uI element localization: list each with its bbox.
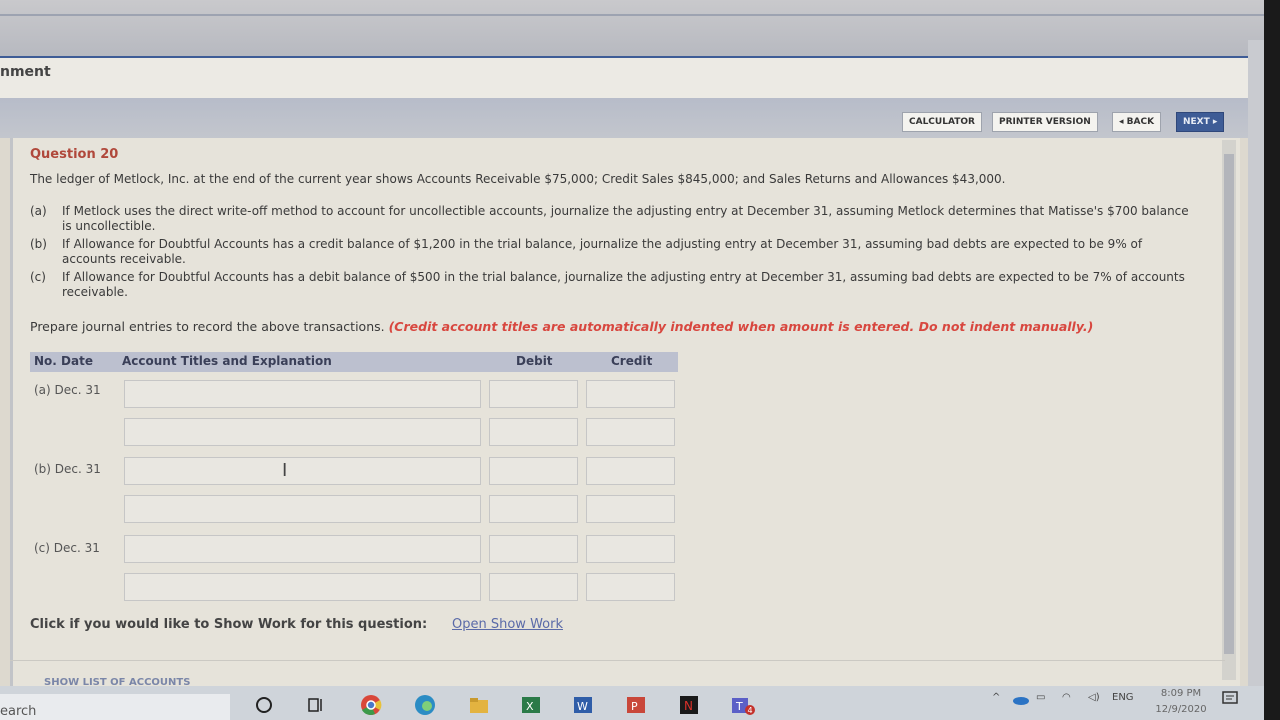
wifi-icon[interactable]: ◠: [1062, 692, 1071, 703]
account-title-input[interactable]: [124, 457, 481, 485]
svg-text:N: N: [684, 699, 693, 713]
journal-header: No. Date Account Titles and Explanation …: [30, 352, 678, 372]
svg-text:T: T: [735, 700, 743, 713]
debit-input[interactable]: [489, 457, 578, 485]
task-view-icon[interactable]: [305, 694, 327, 716]
question-toolbar: CALCULATOR PRINTER VERSION ◂ BACK NEXT ▸: [0, 98, 1250, 138]
entry-a-label: (a) Dec. 31: [34, 383, 101, 397]
instructions: Prepare journal entries to record the ab…: [30, 319, 1210, 334]
debit-input[interactable]: [489, 418, 578, 446]
part-label: (a): [30, 204, 47, 218]
chevron-up-icon[interactable]: ^: [992, 692, 1000, 703]
header-debit: Debit: [516, 354, 553, 368]
text-cursor-icon: I: [282, 460, 288, 481]
part-text: If Metlock uses the direct write-off met…: [62, 204, 1189, 233]
back-button[interactable]: ◂ BACK: [1112, 112, 1162, 132]
debit-input[interactable]: [489, 573, 578, 601]
taskbar-clock[interactable]: 8:09 PM 12/9/2020: [1150, 686, 1212, 718]
account-title-input[interactable]: [124, 418, 481, 446]
instruction-text: Prepare journal entries to record the ab…: [30, 319, 385, 334]
screen-bezel: [1264, 0, 1280, 720]
chrome-icon[interactable]: [360, 694, 382, 716]
onedrive-icon[interactable]: [1012, 694, 1030, 709]
battery-icon[interactable]: ▭: [1036, 692, 1045, 703]
debit-input[interactable]: [489, 535, 578, 563]
clock-time: 8:09 PM: [1160, 688, 1202, 699]
open-show-work-link[interactable]: Open Show Work: [452, 617, 563, 632]
edge-icon[interactable]: [414, 694, 436, 716]
excel-icon[interactable]: X: [520, 694, 542, 716]
question-text: The ledger of Metlock, Inc. at the end o…: [30, 172, 1006, 186]
debit-input[interactable]: [489, 495, 578, 523]
header-account: Account Titles and Explanation: [122, 354, 332, 368]
part-text: If Allowance for Doubtful Accounts has a…: [62, 237, 1143, 266]
account-title-input[interactable]: [124, 495, 481, 523]
teams-badge: 4: [748, 706, 753, 715]
language-indicator[interactable]: ENG: [1112, 692, 1134, 703]
next-button[interactable]: NEXT ▸: [1176, 112, 1225, 132]
credit-input[interactable]: [586, 380, 675, 408]
window-scrollbar[interactable]: [1248, 40, 1264, 700]
teams-icon[interactable]: T4: [730, 694, 755, 716]
netflix-icon[interactable]: N: [678, 694, 700, 716]
show-work-prompt: Click if you would like to Show Work for…: [30, 617, 428, 632]
search-placeholder: earch: [0, 704, 37, 719]
explorer-icon[interactable]: [468, 694, 490, 716]
svg-text:W: W: [577, 700, 588, 713]
account-title-input[interactable]: [124, 535, 481, 563]
header-no-date: No. Date: [34, 354, 93, 368]
clock-date: 12/9/2020: [1155, 704, 1207, 715]
entry-c-label: (c) Dec. 31: [34, 541, 100, 555]
taskbar-search-box[interactable]: earch: [0, 694, 230, 720]
scrollbar-thumb[interactable]: [1224, 154, 1234, 654]
cortana-icon[interactable]: [253, 694, 275, 716]
instruction-note: (Credit account titles are automatically…: [388, 319, 1094, 334]
credit-input[interactable]: [586, 418, 675, 446]
notification-icon[interactable]: [1222, 690, 1238, 709]
browser-top-band: [0, 0, 1280, 56]
credit-input[interactable]: [586, 495, 675, 523]
credit-input[interactable]: [586, 573, 675, 601]
printer-version-button[interactable]: PRINTER VERSION: [992, 112, 1098, 132]
account-title-input[interactable]: [124, 573, 481, 601]
volume-icon[interactable]: ◁): [1088, 692, 1100, 703]
credit-input[interactable]: [586, 535, 675, 563]
account-title-input[interactable]: [124, 380, 481, 408]
header-credit: Credit: [611, 354, 653, 368]
assignment-title: nment: [0, 64, 51, 80]
assignment-titlebar: nment: [0, 56, 1250, 98]
footer-divider: [10, 660, 1225, 661]
part-text: If Allowance for Doubtful Accounts has a…: [62, 270, 1185, 299]
part-label: (b): [30, 237, 47, 251]
powerpoint-icon[interactable]: P: [625, 694, 647, 716]
debit-input[interactable]: [489, 380, 578, 408]
question-title: Question 20: [30, 147, 119, 162]
calculator-button[interactable]: CALCULATOR: [902, 112, 982, 132]
svg-text:X: X: [526, 700, 534, 713]
panel-scrollbar[interactable]: [1222, 140, 1236, 680]
word-icon[interactable]: W: [572, 694, 594, 716]
entry-b-label: (b) Dec. 31: [34, 462, 101, 476]
part-label: (c): [30, 270, 46, 284]
credit-input[interactable]: [586, 457, 675, 485]
svg-text:P: P: [631, 700, 638, 713]
